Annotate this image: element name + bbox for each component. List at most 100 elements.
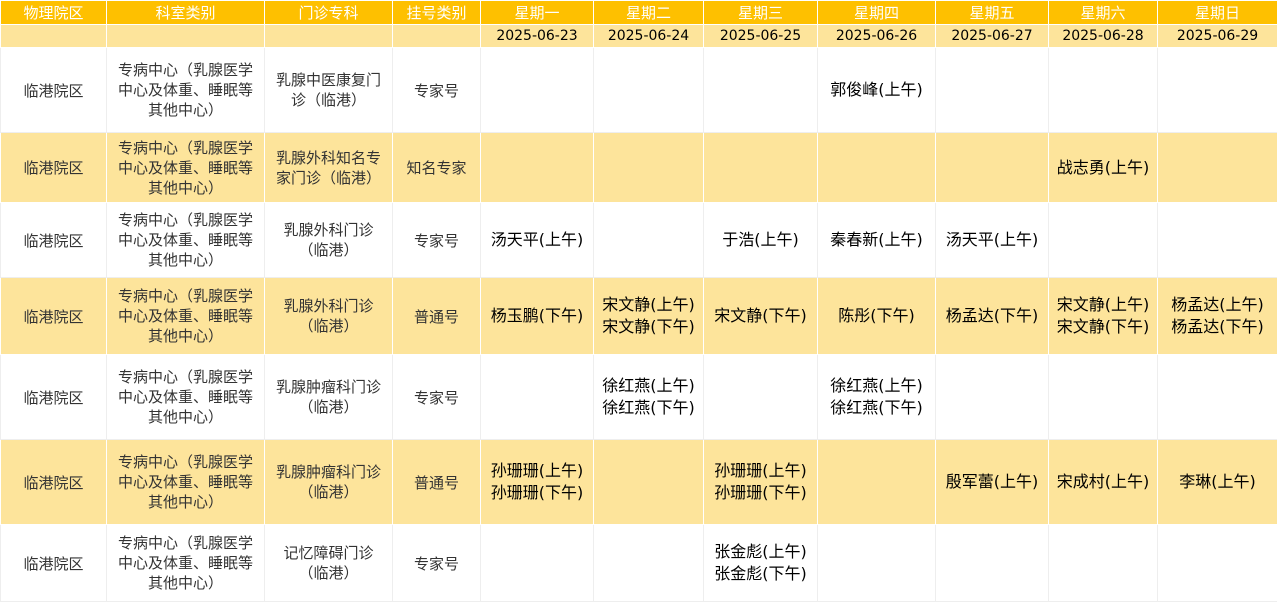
schedule-cell: [935, 354, 1049, 440]
doctor-slot[interactable]: 孙珊珊(上午): [710, 460, 811, 482]
specialty-cell: 乳腺外科门诊（临港）: [264, 202, 393, 278]
regtype-cell: 普通号: [392, 277, 481, 355]
doctor-slot[interactable]: 徐红燕(下午): [600, 397, 697, 419]
schedule-cell: [817, 524, 936, 602]
dept-cell: 专病中心（乳腺医学中心及体重、睡眠等其他中心）: [106, 524, 265, 602]
schedule-cell: 张金彪(上午) 张金彪(下午): [703, 524, 818, 602]
campus-cell: 临港院区: [0, 439, 107, 525]
schedule-cell: [1048, 524, 1158, 602]
doctor-slot[interactable]: 杨孟达(上午): [1164, 294, 1271, 316]
header-day-sat: 星期六: [1048, 0, 1158, 25]
specialty-cell: 乳腺外科知名专家门诊（临港）: [264, 132, 393, 203]
doctor-slot[interactable]: 杨孟达(下午): [1164, 316, 1271, 338]
doctor-slot[interactable]: 张金彪(上午): [710, 541, 811, 563]
table-row: 临港院区 专病中心（乳腺医学中心及体重、睡眠等其他中心） 乳腺肿瘤科门诊（临港） 专家…: [0, 354, 1277, 440]
doctor-slot[interactable]: 汤天平(上午): [487, 229, 587, 251]
schedule-cell: [935, 132, 1049, 203]
doctor-slot[interactable]: 战志勇(上午): [1055, 157, 1151, 179]
doctor-slot[interactable]: 郭俊峰(上午): [824, 79, 929, 101]
header-spec: 门诊专科: [264, 0, 393, 25]
regtype-cell: 专家号: [392, 354, 481, 440]
schedule-cell: [817, 439, 936, 525]
dept-cell: 专病中心（乳腺医学中心及体重、睡眠等其他中心）: [106, 47, 265, 133]
header-day-wed: 星期三: [703, 0, 818, 25]
doctor-slot[interactable]: 陈彤(下午): [824, 305, 929, 327]
table-row: 临港院区 专病中心（乳腺医学中心及体重、睡眠等其他中心） 记忆障碍门诊（临港） 专家号…: [0, 524, 1277, 602]
schedule-cell: 李琳(上午): [1157, 439, 1277, 525]
date-blank: [264, 24, 393, 48]
campus-cell: 临港院区: [0, 202, 107, 278]
specialty-cell: 乳腺肿瘤科门诊（临港）: [264, 354, 393, 440]
schedule-cell: 杨玉鹏(下午): [480, 277, 594, 355]
doctor-slot[interactable]: 孙珊珊(下午): [487, 482, 587, 504]
dept-cell: 专病中心（乳腺医学中心及体重、睡眠等其他中心）: [106, 277, 265, 355]
schedule-cell: [593, 524, 704, 602]
header-day-tue: 星期二: [593, 0, 704, 25]
schedule-cell: 汤天平(上午): [935, 202, 1049, 278]
schedule-cell: [480, 47, 594, 133]
schedule-cell: [703, 354, 818, 440]
schedule-cell: [593, 439, 704, 525]
campus-cell: 临港院区: [0, 47, 107, 133]
doctor-slot[interactable]: 殷军蕾(上午): [942, 471, 1042, 493]
doctor-slot[interactable]: 于浩(上午): [710, 229, 811, 251]
schedule-cell: [480, 524, 594, 602]
schedule-cell: 于浩(上午): [703, 202, 818, 278]
schedule-body: 临港院区 专病中心（乳腺医学中心及体重、睡眠等其他中心） 乳腺中医康复门诊（临港）专…: [0, 47, 1277, 602]
doctor-slot[interactable]: 徐红燕(上午): [600, 375, 697, 397]
header-day-mon: 星期一: [480, 0, 594, 25]
doctor-slot[interactable]: 宋文静(上午): [600, 294, 697, 316]
date-tue: 2025-06-24: [593, 24, 704, 48]
specialty-cell: 乳腺肿瘤科门诊（临港）: [264, 439, 393, 525]
schedule-cell: 杨孟达(下午): [935, 277, 1049, 355]
campus-cell: 临港院区: [0, 354, 107, 440]
schedule-cell: 宋文静(上午) 宋文静(下午): [593, 277, 704, 355]
doctor-slot[interactable]: 宋文静(下午): [710, 305, 811, 327]
schedule-cell: [1157, 132, 1277, 203]
doctor-slot[interactable]: 宋文静(上午): [1055, 294, 1151, 316]
schedule-cell: [1157, 47, 1277, 133]
specialty-cell: 记忆障碍门诊（临港）: [264, 524, 393, 602]
doctor-slot[interactable]: 宋成村(上午): [1055, 471, 1151, 493]
schedule-cell: [1048, 47, 1158, 133]
schedule-cell: 汤天平(上午): [480, 202, 594, 278]
doctor-slot[interactable]: 汤天平(上午): [942, 229, 1042, 251]
doctor-slot[interactable]: 张金彪(下午): [710, 563, 811, 585]
doctor-slot[interactable]: 杨孟达(下午): [942, 305, 1042, 327]
schedule-cell: 殷军蕾(上午): [935, 439, 1049, 525]
schedule-cell: [480, 132, 594, 203]
schedule-cell: [703, 132, 818, 203]
header-day-sun: 星期日: [1157, 0, 1277, 25]
date-mon: 2025-06-23: [480, 24, 594, 48]
schedule-cell: [593, 132, 704, 203]
table-row: 临港院区 专病中心（乳腺医学中心及体重、睡眠等其他中心） 乳腺外科门诊（临港） 普通号…: [0, 277, 1277, 355]
schedule-cell: 孙珊珊(上午) 孙珊珊(下午): [480, 439, 594, 525]
doctor-slot[interactable]: 宋文静(下午): [600, 316, 697, 338]
regtype-cell: 知名专家: [392, 132, 481, 203]
doctor-slot[interactable]: 孙珊珊(上午): [487, 460, 587, 482]
regtype-cell: 专家号: [392, 202, 481, 278]
date-row: 2025-06-23 2025-06-24 2025-06-25 2025-06…: [0, 24, 1277, 48]
doctor-slot[interactable]: 孙珊珊(下午): [710, 482, 811, 504]
doctor-slot[interactable]: 秦春新(上午): [824, 229, 929, 251]
schedule-cell: 杨孟达(上午) 杨孟达(下午): [1157, 277, 1277, 355]
specialty-cell: 乳腺中医康复门诊（临港）: [264, 47, 393, 133]
table-row: 临港院区 专病中心（乳腺医学中心及体重、睡眠等其他中心） 乳腺中医康复门诊（临港）专…: [0, 47, 1277, 133]
date-sun: 2025-06-29: [1157, 24, 1277, 48]
doctor-slot[interactable]: 杨玉鹏(下午): [487, 305, 587, 327]
table-row: 临港院区 专病中心（乳腺医学中心及体重、睡眠等其他中心） 乳腺外科知名专家门诊（临港…: [0, 132, 1277, 203]
schedule-cell: 战志勇(上午): [1048, 132, 1158, 203]
doctor-slot[interactable]: 李琳(上午): [1164, 471, 1271, 493]
schedule-cell: 宋成村(上午): [1048, 439, 1158, 525]
schedule-cell: [1157, 524, 1277, 602]
header-day-fri: 星期五: [935, 0, 1049, 25]
schedule-cell: 郭俊峰(上午): [817, 47, 936, 133]
schedule-cell: [935, 47, 1049, 133]
doctor-slot[interactable]: 徐红燕(上午): [824, 375, 929, 397]
doctor-slot[interactable]: 宋文静(下午): [1055, 316, 1151, 338]
header-regtype: 挂号类别: [392, 0, 481, 25]
doctor-slot[interactable]: 徐红燕(下午): [824, 397, 929, 419]
table-row: 临港院区 专病中心（乳腺医学中心及体重、睡眠等其他中心） 乳腺肿瘤科门诊（临港） 普通…: [0, 439, 1277, 525]
schedule-cell: [593, 202, 704, 278]
dept-cell: 专病中心（乳腺医学中心及体重、睡眠等其他中心）: [106, 354, 265, 440]
